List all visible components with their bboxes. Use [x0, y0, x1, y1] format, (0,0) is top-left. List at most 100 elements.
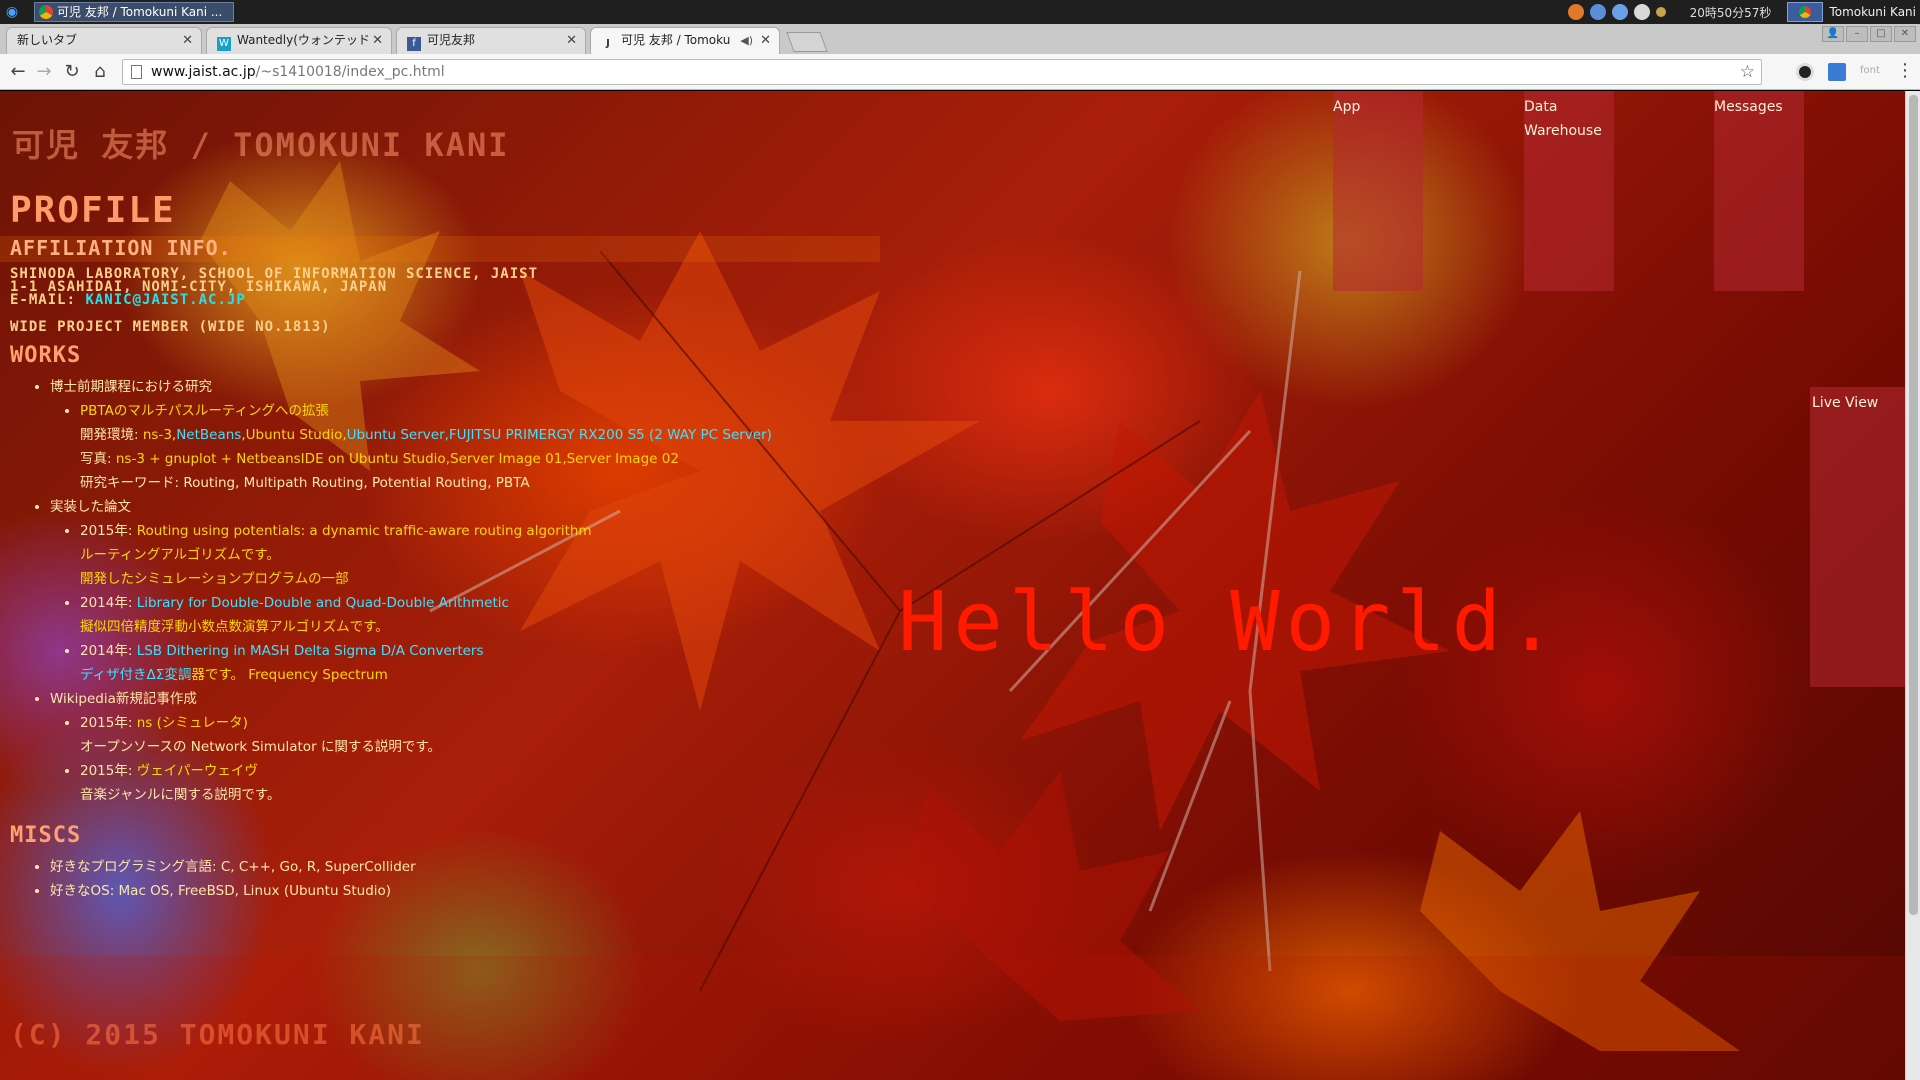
research-sublist: PBTAのマルチパスルーティングへの拡張 開発環境: ns-3,NetBeans… [80, 399, 970, 495]
page-scrollbar[interactable] [1905, 91, 1920, 1080]
close-icon[interactable]: ✕ [760, 28, 771, 53]
wiki-year: 2015年: [80, 715, 133, 731]
bluetooth-icon[interactable] [1633, 4, 1650, 20]
frequency-spectrum-link[interactable]: Frequency Spectrum [248, 667, 387, 683]
battery-icon[interactable] [1655, 7, 1666, 17]
main-content: PROFILE AFFILIATION INFO. SHINODA LABORA… [10, 190, 970, 903]
photo-line: 写真: ns-3 + gnuplot + NetbeansIDE on Ubun… [80, 447, 970, 471]
miscs-list: 好きなプログラミング言語: C, C++, Go, R, SuperCollid… [50, 855, 970, 903]
list-item: 2014年: Library for Double-Double and Qua… [80, 591, 970, 639]
tab-wantedly[interactable]: W Wantedly(ウォンテッド ✕ [206, 27, 392, 54]
live-view-label: Live View [1812, 395, 1879, 411]
tab-label: 新しいタブ [17, 33, 78, 47]
footer-copyright: (C) 2015 TOMOKUNI KANI [10, 1018, 425, 1051]
url-host: www.jaist.ac.jp [151, 64, 256, 80]
email-line: E-MAIL: KANIC@JAIST.AC.JP [10, 292, 970, 308]
wiki-year: 2015年: [80, 763, 133, 779]
simulation-program-link[interactable]: 開発したシミュレーションプログラムの一部 [80, 567, 970, 591]
close-icon[interactable]: ✕ [372, 28, 383, 53]
research-title: 博士前期課程における研究 [50, 379, 212, 395]
live-view-tile[interactable]: Live View [1810, 387, 1905, 687]
affiliation-block: SHINODA LABORATORY, SCHOOL OF INFORMATIO… [10, 267, 970, 308]
wantedly-favicon-icon: W [217, 37, 231, 51]
email-link[interactable]: KANIC@JAIST.AC.JP [85, 292, 245, 308]
miscs-heading: MISCS [10, 823, 82, 848]
update-icon[interactable] [1567, 4, 1584, 20]
list-item: 実装した論文 2015年: Routing using potentials: … [50, 495, 970, 687]
chat-icon[interactable] [1589, 4, 1606, 20]
wide-member: WIDE PROJECT MEMBER (WIDE NO.1813) [10, 319, 331, 335]
works-heading: WORKS [10, 343, 82, 368]
reload-button[interactable]: ↻ [60, 60, 84, 84]
close-icon[interactable]: ✕ [182, 28, 193, 53]
wiki-sublist: 2015年: ns (シミュレータ) オープンソースの Network Simu… [80, 711, 970, 807]
new-tab-button[interactable] [786, 32, 828, 52]
home-button[interactable]: ⌂ [88, 60, 112, 84]
minimize-button[interactable]: – [1846, 26, 1868, 42]
paper-year: 2014年: [80, 643, 133, 659]
download-icon[interactable] [1828, 63, 1846, 81]
audio-icon[interactable]: ◀) [740, 28, 753, 53]
paper-qd-link[interactable]: Library for Double-Double and Quad-Doubl… [137, 595, 509, 611]
os-top-panel: ◉ 可児 友邦 / Tomokuni Kani ... 20時50分57秒 To… [0, 0, 1920, 24]
email-label: E-MAIL: [10, 292, 77, 308]
close-icon[interactable]: ✕ [566, 28, 577, 53]
wiki-vaporwave-link[interactable]: ヴェイパーウェイヴ [137, 763, 258, 779]
network-icon[interactable] [1611, 4, 1628, 20]
tab-label: 可児 友邦 / Tomoku [621, 33, 731, 47]
list-item: 2015年: Routing using potentials: a dynam… [80, 519, 970, 591]
font-extension-icon[interactable]: font [1860, 65, 1880, 76]
ubuntu-studio-link[interactable]: ,Ubuntu Studio, [241, 427, 346, 443]
forward-button[interactable]: → [32, 60, 56, 84]
dither-link[interactable]: ディザ付きΔΣ変調 [80, 667, 191, 683]
facebook-favicon-icon: f [407, 37, 421, 51]
window-controls: 👤 – □ ✕ [1822, 26, 1916, 42]
photo-label: 写真: [80, 451, 112, 467]
netbeans-link[interactable]: NetBeans [176, 427, 241, 443]
wiki-ns-link[interactable]: ns (シミュレータ) [137, 715, 248, 731]
photo-ns3-link[interactable]: ns-3 + gnuplot + NetbeansIDE on Ubuntu S… [116, 451, 446, 467]
bookmark-star-icon[interactable]: ☆ [1740, 60, 1755, 84]
messages-tile[interactable]: Messages [1714, 91, 1804, 291]
fujitsu-link[interactable]: ,FUJITSU PRIMERGY RX200 S5 (2 WAY PC Ser… [445, 427, 772, 443]
paper-year: 2014年: [80, 595, 133, 611]
data-warehouse-tile[interactable]: Data Warehouse [1524, 91, 1614, 291]
wiki-desc: 音楽ジャンルに関する説明です。 [80, 787, 281, 803]
tab-active-profile[interactable]: J 可児 友邦 / Tomoku ◀) ✕ [590, 27, 780, 54]
app-menu-icon[interactable]: ◉ [4, 4, 20, 20]
wiki-desc: オープンソースの Network Simulator に関する説明です。 [80, 739, 442, 755]
paper-potentials-link[interactable]: Routing using potentials: a dynamic traf… [137, 523, 592, 539]
close-window-button[interactable]: ✕ [1894, 26, 1916, 42]
address-bar[interactable]: www.jaist.ac.jp/~s1410018/index_pc.html … [122, 59, 1762, 85]
url-path: /~s1410018/index_pc.html [255, 64, 445, 80]
env-label: 開発環境: [80, 427, 139, 443]
app-tile[interactable]: App [1333, 91, 1423, 291]
paper-year: 2015年: [80, 523, 133, 539]
papers-sublist: 2015年: Routing using potentials: a dynam… [80, 519, 970, 687]
paper-desc: ルーティングアルゴリズムです。 [80, 547, 280, 563]
ns3-link[interactable]: ns-3, [143, 427, 176, 443]
maximize-button[interactable]: □ [1870, 26, 1892, 42]
ubuntu-server-link[interactable]: Ubuntu Server [347, 427, 445, 443]
server-image-02-link[interactable]: ,Server Image 02 [562, 451, 679, 467]
list-item: 2015年: ns (シミュレータ) オープンソースの Network Simu… [80, 711, 970, 759]
server-image-01-link[interactable]: ,Server Image 01 [446, 451, 563, 467]
taskbar-window-button[interactable]: 可児 友邦 / Tomokuni Kani ... [34, 2, 234, 22]
menu-icon[interactable]: ⋮ [1896, 60, 1914, 81]
user-menu[interactable]: Tomokuni Kani [1787, 2, 1916, 22]
tab-facebook[interactable]: f 可児友邦 ✕ [396, 27, 586, 54]
scrollbar-thumb[interactable] [1909, 95, 1918, 915]
paper-desc: ディザ付きΔΣ変調器です。 Frequency Spectrum [80, 663, 970, 687]
paper-lsb-link[interactable]: LSB Dithering in MASH Delta Sigma D/A Co… [137, 643, 484, 659]
paper-desc-text: 器です。 [191, 667, 244, 683]
extension-circle-icon[interactable] [1796, 63, 1814, 81]
chrome-icon [39, 5, 53, 19]
profile-icon[interactable]: 👤 [1822, 26, 1844, 42]
clock[interactable]: 20時50分57秒 [1690, 4, 1772, 21]
pbta-link[interactable]: PBTAのマルチパスルーティングへの拡張 [80, 403, 329, 419]
keywords-line: 研究キーワード: Routing, Multipath Routing, Pot… [80, 475, 530, 491]
back-button[interactable]: ← [6, 60, 30, 84]
site-title: 可児 友邦 / TOMOKUNI KANI [12, 126, 510, 164]
wiki-title: Wikipedia新規記事作成 [50, 691, 197, 707]
tab-new-tab[interactable]: 新しいタブ ✕ [6, 27, 202, 54]
